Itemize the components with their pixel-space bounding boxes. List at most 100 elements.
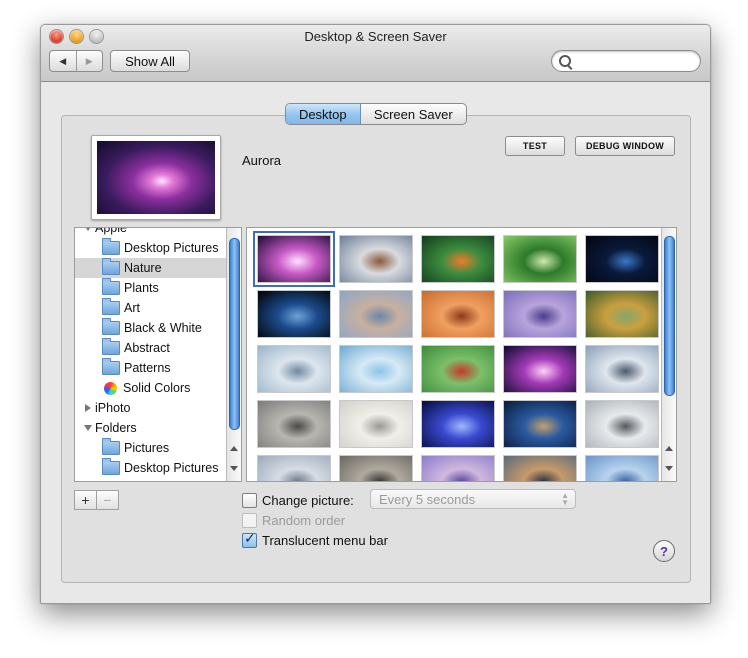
picture-thumbnail[interactable] (421, 345, 495, 393)
source-list-item[interactable]: Solid Colors (75, 378, 241, 398)
debug-window-button[interactable]: DEBUG WINDOW (575, 136, 675, 156)
picture-thumbnail[interactable] (503, 345, 577, 393)
source-list-item-label: Pictures (124, 441, 170, 455)
source-list-item-label: Black & White (124, 321, 202, 335)
tab-screen-saver[interactable]: Screen Saver (361, 104, 466, 124)
source-list-item[interactable]: Black & White (75, 318, 241, 338)
help-button[interactable]: ? (653, 540, 675, 562)
picture-grid[interactable] (246, 227, 677, 482)
source-list-item[interactable]: Apple (75, 227, 226, 238)
translucent-menu-bar-checkbox[interactable] (242, 530, 257, 548)
picture-thumbnail[interactable] (585, 400, 659, 448)
folder-icon (102, 438, 120, 455)
picture-thumbnail[interactable] (257, 290, 331, 338)
picture-thumbnail[interactable] (585, 455, 659, 481)
picture-thumbnail[interactable] (585, 290, 659, 338)
search-icon (559, 55, 571, 67)
grid-scroll-up-arrow-icon[interactable] (665, 446, 673, 451)
picture-thumbnail[interactable] (257, 455, 331, 481)
folder-icon (102, 458, 120, 475)
desktop-preview (91, 135, 221, 220)
random-order-checkbox[interactable] (242, 512, 257, 528)
grid-scroll-down-arrow-icon[interactable] (665, 466, 673, 471)
picture-thumbnail[interactable] (421, 455, 495, 481)
source-list-item-label: Abstract (124, 341, 170, 355)
source-list-item-label: Plants (124, 281, 159, 295)
source-list-item[interactable]: Nature (75, 258, 241, 278)
picture-thumbnail[interactable] (421, 235, 495, 283)
back-button[interactable]: ◀ (50, 51, 76, 71)
picture-thumbnail[interactable] (339, 235, 413, 283)
translucent-menu-bar-label: Translucent menu bar (262, 532, 388, 548)
source-list-item[interactable]: Patterns (75, 358, 241, 378)
navigation-buttons: ◀ ▶ (49, 50, 103, 72)
source-list-item-label: Solid Colors (123, 381, 191, 395)
change-picture-row: Change picture: (242, 491, 354, 509)
interval-popup[interactable]: Every 5 seconds ▲ ▼ (370, 489, 576, 509)
test-button[interactable]: TEST (505, 136, 565, 156)
source-list-item[interactable]: Plants (75, 278, 241, 298)
random-order-row: Random order (242, 511, 345, 529)
source-list-item-label: iPhoto (95, 401, 131, 415)
source-list-item-label: Desktop Pictures (124, 461, 219, 475)
picture-thumbnail[interactable] (421, 290, 495, 338)
source-list-scrollbar[interactable] (226, 228, 241, 481)
title-bar: Desktop & Screen Saver ◀ ▶ Show All (41, 25, 710, 82)
source-list-item[interactable]: Pictures (75, 438, 241, 458)
picture-thumbnail[interactable] (339, 290, 413, 338)
picture-grid-scroll-thumb[interactable] (664, 236, 675, 396)
picture-thumbnail[interactable] (339, 455, 413, 481)
source-list[interactable]: Desktop Pictures Pictures Folders iPhoto Sol… (74, 227, 242, 482)
preferences-window: Desktop & Screen Saver ◀ ▶ Show All Desk… (40, 24, 711, 604)
window-title: Desktop & Screen Saver (304, 29, 447, 44)
source-list-scroll-thumb[interactable] (229, 238, 240, 430)
scroll-up-arrow-icon[interactable] (230, 446, 238, 451)
source-list-item-label: Patterns (124, 361, 171, 375)
source-list-item-label: Nature (124, 261, 162, 275)
folder-icon (102, 258, 120, 275)
folder-icon (102, 238, 120, 255)
source-list-item[interactable]: Folders (75, 418, 226, 438)
picture-thumbnail[interactable] (503, 400, 577, 448)
disclosure-collapsed-icon[interactable] (85, 404, 91, 412)
picture-thumbnail[interactable] (257, 400, 331, 448)
picture-thumbnail[interactable] (503, 235, 577, 283)
scroll-down-arrow-icon[interactable] (230, 466, 238, 471)
picture-thumbnail[interactable] (503, 290, 577, 338)
source-list-item-label: Apple (95, 227, 127, 235)
source-list-item[interactable]: Abstract (75, 338, 241, 358)
folder-icon (102, 318, 120, 335)
picture-thumbnail[interactable] (253, 231, 335, 287)
source-list-item[interactable]: iPhoto (75, 398, 226, 418)
show-all-button[interactable]: Show All (110, 50, 190, 72)
popup-arrows-icon: ▲ ▼ (561, 491, 569, 507)
picture-thumbnail[interactable] (585, 345, 659, 393)
picture-thumbnail[interactable] (421, 400, 495, 448)
add-folder-button[interactable]: + (74, 490, 97, 510)
search-input[interactable] (574, 53, 696, 70)
disclosure-expanded-icon[interactable] (84, 425, 92, 431)
search-field[interactable] (551, 50, 701, 72)
folder-icon (102, 278, 120, 295)
picture-thumbnail[interactable] (257, 345, 331, 393)
tab-desktop[interactable]: Desktop (286, 104, 361, 124)
random-order-label: Random order (262, 512, 346, 528)
picture-thumbnail[interactable] (339, 400, 413, 448)
picture-thumbnail[interactable] (585, 235, 659, 283)
source-list-item-label: Folders (95, 421, 137, 435)
remove-folder-button[interactable]: − (96, 490, 119, 510)
picture-thumbnail[interactable] (503, 455, 577, 481)
change-picture-label: Change picture: (262, 492, 354, 508)
source-list-item[interactable]: Desktop Pictures (75, 238, 241, 258)
source-list-item[interactable]: Desktop Pictures (75, 458, 241, 478)
forward-button[interactable]: ▶ (75, 51, 103, 71)
tab-control: Desktop Screen Saver (285, 103, 467, 125)
interval-value: Every 5 seconds (379, 491, 476, 507)
picture-thumbnail[interactable] (339, 345, 413, 393)
folder-icon (102, 358, 120, 375)
folder-icon (102, 338, 120, 355)
source-list-item[interactable]: Art (75, 298, 241, 318)
picture-grid-scrollbar[interactable] (661, 228, 676, 481)
change-picture-checkbox[interactable] (242, 492, 257, 508)
disclosure-expanded-icon[interactable] (84, 228, 92, 231)
